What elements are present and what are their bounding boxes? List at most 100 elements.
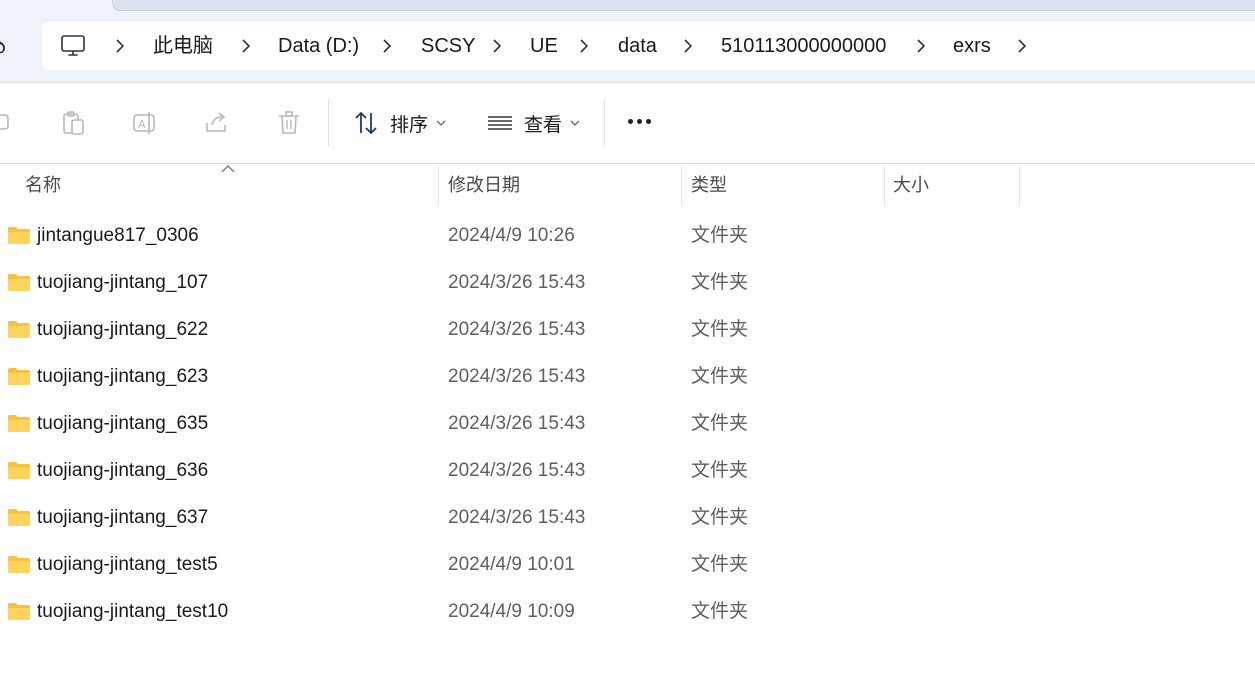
breadcrumb-exrs[interactable]: exrs bbox=[953, 34, 991, 58]
chevron-right-icon[interactable] bbox=[683, 39, 693, 53]
view-label: 查看 bbox=[524, 114, 563, 136]
file-type: 文件夹 bbox=[691, 225, 749, 246]
column-divider[interactable] bbox=[681, 166, 682, 206]
more-options-icon[interactable] bbox=[628, 119, 651, 124]
file-type: 文件夹 bbox=[691, 601, 749, 622]
file-type: 文件夹 bbox=[691, 272, 749, 293]
breadcrumb-510113000000000[interactable]: 510113000000000 bbox=[721, 34, 886, 58]
cut-button[interactable] bbox=[0, 107, 14, 139]
file-name[interactable]: tuojiang-jintang_107 bbox=[37, 259, 208, 306]
file-type: 文件夹 bbox=[691, 460, 749, 481]
column-header-row: 名称 修改日期 类型 大小 bbox=[0, 164, 1255, 206]
file-modified: 2024/3/26 15:43 bbox=[448, 272, 586, 293]
table-row[interactable]: tuojiang-jintang_636 2024/3/26 15:43 文件夹 bbox=[0, 447, 1255, 494]
table-row[interactable]: tuojiang-jintang_622 2024/3/26 15:43 文件夹 bbox=[0, 306, 1255, 353]
file-name[interactable]: jintangue817_0306 bbox=[37, 212, 199, 259]
share-icon bbox=[206, 112, 226, 132]
column-header-name[interactable]: 名称 bbox=[25, 164, 61, 206]
table-row[interactable]: tuojiang-jintang_107 2024/3/26 15:43 文件夹 bbox=[0, 259, 1255, 306]
tab-strip-edge bbox=[112, 0, 1255, 11]
column-header-size[interactable]: 大小 bbox=[893, 164, 929, 206]
table-row[interactable]: jintangue817_0306 2024/4/9 10:26 文件夹 bbox=[0, 212, 1255, 259]
file-modified: 2024/3/26 15:43 bbox=[448, 319, 586, 340]
refresh-icon[interactable]: ꝺ bbox=[0, 32, 6, 59]
chevron-right-icon[interactable] bbox=[492, 39, 502, 53]
svg-text:A: A bbox=[138, 118, 146, 131]
breadcrumb-scsy[interactable]: SCSY bbox=[421, 34, 475, 58]
breadcrumb-ue[interactable]: UE bbox=[530, 34, 558, 58]
file-name[interactable]: tuojiang-jintang_test10 bbox=[37, 588, 228, 635]
sort-label: 排序 bbox=[390, 114, 429, 136]
folder-icon bbox=[8, 274, 30, 291]
folder-icon bbox=[8, 556, 30, 573]
share-button[interactable] bbox=[203, 107, 231, 139]
sort-button[interactable]: 排序 bbox=[352, 107, 446, 139]
chevron-down-icon bbox=[436, 120, 446, 126]
rename-icon: A bbox=[133, 112, 155, 134]
chevron-right-icon[interactable] bbox=[579, 39, 589, 53]
file-type: 文件夹 bbox=[691, 554, 749, 575]
file-list: jintangue817_0306 2024/4/9 10:26 文件夹 tuo… bbox=[0, 212, 1255, 635]
chevron-right-icon[interactable] bbox=[115, 39, 125, 53]
file-modified: 2024/4/9 10:26 bbox=[448, 225, 575, 246]
paste-button[interactable] bbox=[59, 107, 87, 139]
column-divider[interactable] bbox=[438, 166, 439, 206]
view-list-icon bbox=[488, 116, 512, 130]
sort-ascending-icon bbox=[221, 165, 235, 173]
file-modified: 2024/3/26 15:43 bbox=[448, 460, 586, 481]
command-bar: A 排序 查看 bbox=[0, 83, 1255, 164]
file-modified: 2024/3/26 15:43 bbox=[448, 413, 586, 434]
table-row[interactable]: tuojiang-jintang_637 2024/3/26 15:43 文件夹 bbox=[0, 494, 1255, 541]
file-name[interactable]: tuojiang-jintang_637 bbox=[37, 494, 208, 541]
column-divider[interactable] bbox=[1019, 166, 1020, 206]
file-type: 文件夹 bbox=[691, 366, 749, 387]
breadcrumb-this-pc[interactable]: 此电脑 bbox=[153, 34, 213, 58]
file-modified: 2024/3/26 15:43 bbox=[448, 366, 586, 387]
cut-icon bbox=[0, 114, 9, 130]
computer-icon[interactable] bbox=[60, 34, 86, 58]
chevron-right-icon[interactable] bbox=[1017, 39, 1027, 53]
file-name[interactable]: tuojiang-jintang_635 bbox=[37, 400, 208, 447]
file-type: 文件夹 bbox=[691, 507, 749, 528]
file-name[interactable]: tuojiang-jintang_622 bbox=[37, 306, 208, 353]
clipboard-icon bbox=[63, 111, 84, 135]
trash-icon bbox=[279, 111, 299, 134]
table-row[interactable]: tuojiang-jintang_test5 2024/4/9 10:01 文件… bbox=[0, 541, 1255, 588]
breadcrumb-data-drive[interactable]: Data (D:) bbox=[278, 34, 359, 58]
address-bar-area: ꝺ 此电脑 Data (D:) SCSY UE data 51011300000… bbox=[0, 0, 1255, 83]
table-row[interactable]: tuojiang-jintang_623 2024/3/26 15:43 文件夹 bbox=[0, 353, 1255, 400]
chevron-right-icon[interactable] bbox=[241, 39, 251, 53]
file-name[interactable]: tuojiang-jintang_test5 bbox=[37, 541, 218, 588]
file-modified: 2024/3/26 15:43 bbox=[448, 507, 586, 528]
chevron-down-icon bbox=[570, 120, 580, 126]
folder-icon bbox=[8, 227, 30, 244]
folder-icon bbox=[8, 368, 30, 385]
column-header-modified[interactable]: 修改日期 bbox=[448, 164, 520, 206]
folder-icon bbox=[8, 462, 30, 479]
file-type: 文件夹 bbox=[691, 413, 749, 434]
file-type: 文件夹 bbox=[691, 319, 749, 340]
breadcrumb-data[interactable]: data bbox=[618, 34, 657, 58]
table-row[interactable]: tuojiang-jintang_test10 2024/4/9 10:09 文… bbox=[0, 588, 1255, 635]
breadcrumb[interactable]: 此电脑 Data (D:) SCSY UE data 5101130000000… bbox=[42, 22, 1255, 70]
column-header-type[interactable]: 类型 bbox=[691, 164, 727, 206]
file-modified: 2024/4/9 10:01 bbox=[448, 554, 575, 575]
toolbar-divider bbox=[604, 99, 605, 147]
folder-icon bbox=[8, 415, 30, 432]
folder-icon bbox=[8, 509, 30, 526]
delete-button[interactable] bbox=[275, 107, 303, 139]
view-button[interactable]: 查看 bbox=[486, 107, 580, 139]
sort-arrows-icon bbox=[355, 111, 377, 135]
column-divider[interactable] bbox=[884, 166, 885, 206]
folder-icon bbox=[8, 321, 30, 338]
file-name[interactable]: tuojiang-jintang_623 bbox=[37, 353, 208, 400]
rename-button[interactable]: A bbox=[131, 107, 159, 139]
chevron-right-icon[interactable] bbox=[916, 39, 926, 53]
chevron-right-icon[interactable] bbox=[382, 39, 392, 53]
table-row[interactable]: tuojiang-jintang_635 2024/3/26 15:43 文件夹 bbox=[0, 400, 1255, 447]
file-modified: 2024/4/9 10:09 bbox=[448, 601, 575, 622]
toolbar-divider bbox=[328, 99, 329, 147]
file-name[interactable]: tuojiang-jintang_636 bbox=[37, 447, 208, 494]
folder-icon bbox=[8, 603, 30, 620]
file-explorer-window: ꝺ 此电脑 Data (D:) SCSY UE data 51011300000… bbox=[0, 0, 1255, 700]
